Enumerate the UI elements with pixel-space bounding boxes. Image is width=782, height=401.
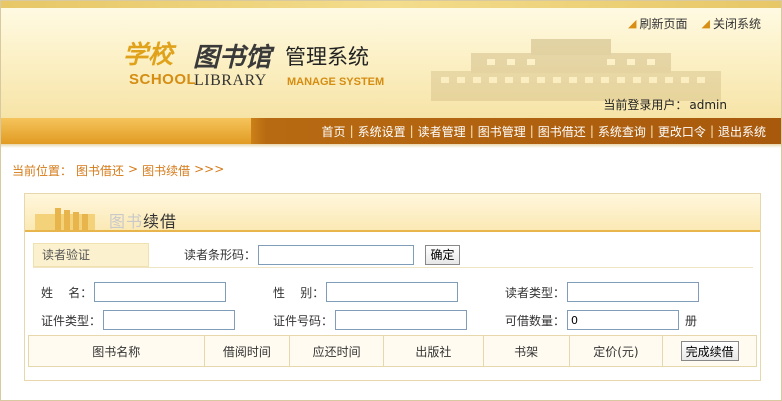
name-group: 姓 名：	[41, 282, 227, 302]
library-title-cn: 图书馆	[193, 43, 272, 73]
header-top-band	[1, 1, 781, 8]
reader-type-label: 读者类型：	[505, 285, 566, 300]
id-type-group: 证件类型：	[41, 310, 236, 330]
nav-separator: |	[349, 124, 354, 138]
column-header-publisher: 出版社	[384, 336, 484, 366]
breadcrumb-suffix: >>>	[194, 162, 225, 176]
renew-table-header: 图书名称 借阅时间 应还时间 出版社 书架 定价(元) 完成续借	[28, 335, 757, 367]
school-logo-en: SCHOOL	[129, 71, 197, 88]
complete-renew-button[interactable]: 完成续借	[680, 341, 739, 361]
reader-verify-row: 读者验证 读者条形码： 确定	[33, 242, 753, 268]
refresh-page-label: 刷新页面	[639, 17, 688, 31]
id-number-field[interactable]	[335, 310, 468, 330]
current-user-name: admin	[689, 98, 727, 112]
nav-items: 首页 | 系统设置 | 读者管理 | 图书管理 | 图书借还 | 系统查询 | …	[321, 118, 767, 144]
borrowable-label: 可借数量：	[505, 313, 566, 328]
panel-title-faded: 图书	[109, 212, 144, 231]
nav-item-system-query[interactable]: 系统查询	[597, 123, 647, 140]
nav-separator: |	[529, 124, 534, 138]
nav-item-book-management[interactable]: 图书管理	[477, 123, 527, 140]
current-user-label: 当前登录用户：	[603, 98, 688, 112]
id-number-label: 证件号码：	[273, 313, 334, 328]
system-title-en: MANAGE SYSTEM	[287, 76, 385, 88]
close-system-label: 关闭系统	[712, 17, 761, 31]
nav-separator: |	[589, 124, 594, 138]
gender-field[interactable]	[326, 282, 459, 302]
reader-info-row-1: 姓 名： 性 别： 读者类型：	[33, 280, 753, 304]
nav-item-home[interactable]: 首页	[321, 123, 347, 140]
header-banner: 学校 SCHOOL 图书馆 管理系统 LIBRARY MANAGE SYSTEM…	[1, 1, 781, 119]
renew-panel: 图书续借 读者验证 读者条形码： 确定 姓 名： 性 别： 读者类型： 证件类型…	[24, 193, 761, 381]
nav-separator: |	[409, 124, 414, 138]
nav-item-logout[interactable]: 退出系统	[717, 123, 767, 140]
current-user: 当前登录用户： admin	[603, 96, 727, 113]
main-nav: 首页 | 系统设置 | 读者管理 | 图书管理 | 图书借还 | 系统查询 | …	[1, 118, 781, 144]
borrowable-count-field[interactable]	[567, 310, 680, 330]
column-header-action: 完成续借	[663, 336, 756, 366]
top-links: ◢ 刷新页面 ◢ 关闭系统	[628, 15, 761, 32]
column-header-shelf: 书架	[484, 336, 570, 366]
panel-title-bar: 图书续借	[25, 194, 760, 232]
reader-verify-label: 读者验证	[33, 242, 149, 267]
nav-item-change-password[interactable]: 更改口令	[657, 123, 707, 140]
breadcrumb-separator: >	[128, 162, 139, 176]
refresh-page-link[interactable]: ◢ 刷新页面	[628, 15, 687, 32]
gender-group: 性 别：	[273, 282, 459, 302]
book-stack-icon	[35, 208, 95, 230]
nav-shadow	[1, 144, 781, 148]
breadcrumb: 当前位置： 图书借还 > 图书续借 >>>	[12, 162, 224, 179]
reader-info-row-2: 证件类型： 证件号码： 可借数量： 册	[33, 308, 753, 332]
school-logo-cn: 学校	[123, 40, 174, 69]
confirm-button[interactable]: 确定	[425, 244, 461, 265]
nav-item-system-settings[interactable]: 系统设置	[357, 123, 407, 140]
nav-separator: |	[709, 124, 714, 138]
system-title-cn: 管理系统	[285, 45, 369, 69]
nav-separator: |	[469, 124, 474, 138]
reader-type-group: 读者类型：	[505, 282, 700, 302]
arrow-icon: ◢	[628, 17, 637, 30]
column-header-price: 定价(元)	[570, 336, 664, 366]
panel-title-main: 续借	[143, 212, 178, 231]
name-label: 姓 名：	[41, 285, 93, 300]
nav-item-borrow-return[interactable]: 图书借还	[537, 123, 587, 140]
gender-label: 性 别：	[273, 285, 325, 300]
id-type-label: 证件类型：	[41, 313, 102, 328]
column-header-borrow-time: 借阅时间	[205, 336, 291, 366]
arrow-icon: ◢	[701, 17, 710, 30]
reader-type-field[interactable]	[567, 282, 700, 302]
library-title-en: LIBRARY	[194, 72, 267, 89]
borrowable-group: 可借数量： 册	[505, 310, 697, 330]
panel-title: 图书续借	[109, 208, 177, 232]
nav-item-reader-management[interactable]: 读者管理	[417, 123, 467, 140]
nav-left-strip	[1, 118, 251, 144]
breadcrumb-page: 图书续借	[142, 164, 191, 178]
close-system-link[interactable]: ◢ 关闭系统	[702, 15, 761, 32]
breadcrumb-prefix: 当前位置：	[12, 164, 73, 178]
id-type-field[interactable]	[103, 310, 236, 330]
reader-barcode-input[interactable]	[258, 244, 415, 265]
name-field[interactable]	[94, 282, 227, 302]
nav-separator: |	[649, 124, 654, 138]
reader-barcode-label: 读者条形码：	[184, 248, 257, 262]
column-header-book-name: 图书名称	[29, 336, 205, 366]
borrowable-unit: 册	[685, 313, 698, 328]
column-header-due-time: 应还时间	[290, 336, 385, 366]
id-number-group: 证件号码：	[273, 310, 468, 330]
breadcrumb-section[interactable]: 图书借还	[76, 162, 124, 179]
